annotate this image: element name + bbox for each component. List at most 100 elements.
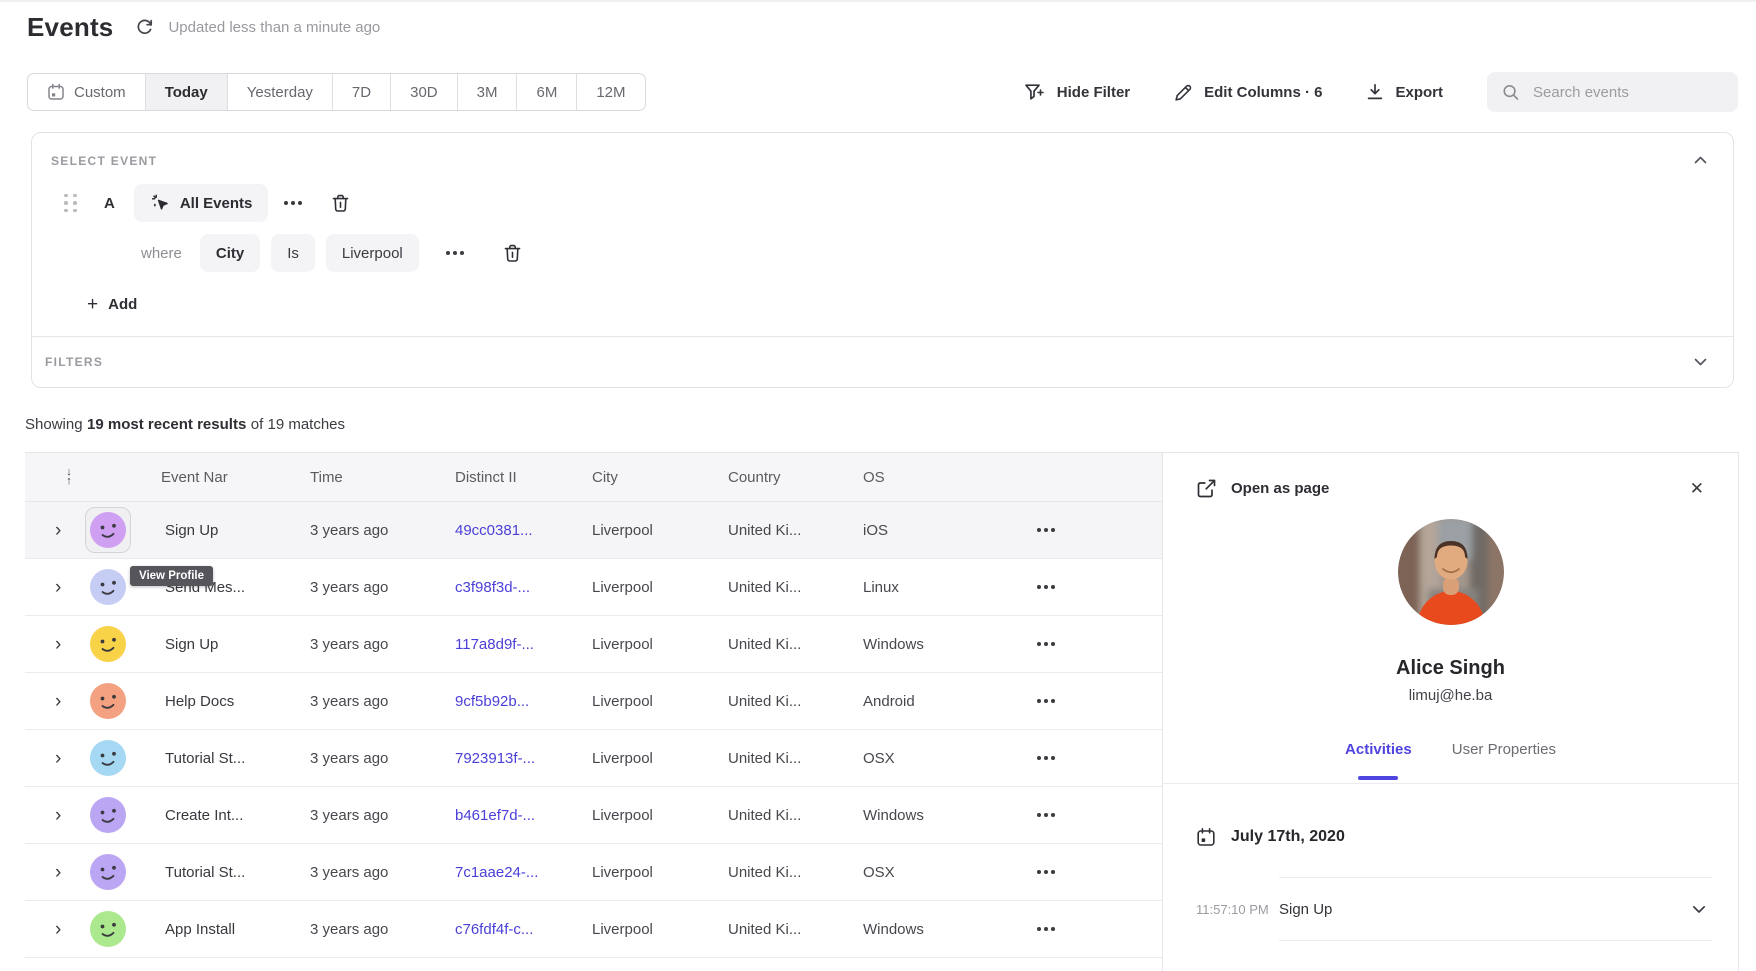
- cell-city: Liverpool: [592, 693, 728, 710]
- row-expand-chevron[interactable]: ›: [55, 521, 69, 540]
- column-header[interactable]: Country: [728, 469, 863, 486]
- user-avatar[interactable]: [90, 740, 126, 776]
- close-panel-button[interactable]: ✕: [1686, 475, 1708, 503]
- row-expand-chevron[interactable]: ›: [55, 863, 69, 882]
- date-range-yesterday[interactable]: Yesterday: [228, 74, 333, 110]
- event-selector-chip[interactable]: All Events: [134, 184, 269, 222]
- where-more-button[interactable]: [438, 238, 472, 268]
- top-hairline: [0, 0, 1756, 2]
- add-label: Add: [108, 296, 137, 313]
- cell-distinct-id-link[interactable]: 49cc0381...: [455, 522, 592, 539]
- page-title: Events: [27, 12, 113, 43]
- open-as-page-button[interactable]: Open as page: [1196, 478, 1329, 499]
- more-icon: [1044, 813, 1048, 817]
- refresh-button[interactable]: [135, 18, 154, 37]
- date-range-6m[interactable]: 6M: [517, 74, 577, 110]
- profile-panel: Open as page ✕: [1162, 452, 1739, 971]
- cell-distinct-id-link[interactable]: 7923913f-...: [455, 750, 592, 767]
- date-range-7d[interactable]: 7D: [333, 74, 391, 110]
- cell-distinct-id-link[interactable]: 7c1aae24-...: [455, 864, 592, 881]
- cell-city: Liverpool: [592, 522, 728, 539]
- user-avatar[interactable]: [90, 854, 126, 890]
- profile-photo: [1398, 519, 1504, 625]
- row-more-button[interactable]: [1030, 844, 1048, 900]
- column-header[interactable]: Event Nar: [161, 469, 310, 486]
- add-event-button[interactable]: + Add: [87, 295, 137, 314]
- column-header[interactable]: City: [592, 469, 728, 486]
- collapse-rows-icon[interactable]: ↓↑: [55, 468, 83, 486]
- row-expand-chevron[interactable]: ›: [55, 806, 69, 825]
- row-more-button[interactable]: [1030, 673, 1048, 729]
- cell-distinct-id-link[interactable]: 117a8d9f-...: [455, 636, 592, 653]
- cell-distinct-id-link[interactable]: c3f98f3d-...: [455, 579, 592, 596]
- user-avatar[interactable]: [90, 512, 126, 548]
- cell-time: 3 years ago: [310, 522, 455, 539]
- row-more-button[interactable]: [1030, 787, 1048, 843]
- date-range-today[interactable]: Today: [146, 74, 228, 110]
- row-expand-chevron[interactable]: ›: [55, 635, 69, 654]
- date-range-3m[interactable]: 3M: [458, 74, 518, 110]
- column-header[interactable]: Time: [310, 469, 455, 486]
- expand-filters-button[interactable]: [1689, 351, 1711, 373]
- more-icon: [1044, 699, 1048, 703]
- row-more-button[interactable]: [1030, 901, 1048, 957]
- date-range-30d[interactable]: 30D: [391, 74, 458, 110]
- event-more-button[interactable]: [276, 188, 310, 218]
- column-header[interactable]: Distinct II: [455, 469, 592, 486]
- row-expand-chevron[interactable]: ›: [55, 920, 69, 939]
- avatar-face-icon: [90, 854, 126, 890]
- cell-event-name: Sign Up: [161, 522, 310, 539]
- user-avatar[interactable]: [90, 569, 126, 605]
- cell-distinct-id-link[interactable]: c76fdf4f-c...: [455, 921, 592, 938]
- filter-value-chip[interactable]: Liverpool: [326, 234, 419, 272]
- row-more-button[interactable]: [1030, 730, 1048, 786]
- row-expand-chevron[interactable]: ›: [55, 578, 69, 597]
- cell-distinct-id-link[interactable]: 9cf5b92b...: [455, 693, 592, 710]
- user-avatar[interactable]: [90, 911, 126, 947]
- avatar-box: [85, 621, 131, 667]
- tab-activities[interactable]: Activities: [1345, 741, 1412, 772]
- table-row[interactable]: › App Install 3 years ago c76fdf4f-c... …: [25, 901, 1162, 958]
- row-expand-chevron[interactable]: ›: [55, 692, 69, 711]
- avatar-face-icon: [90, 569, 126, 605]
- chevron-up-icon: [1694, 156, 1707, 164]
- date-range-12m[interactable]: 12M: [577, 74, 644, 110]
- cell-country: United Ki...: [728, 921, 863, 938]
- filter-operator-chip[interactable]: Is: [271, 234, 315, 272]
- user-avatar[interactable]: [90, 626, 126, 662]
- collapse-section-button[interactable]: [1689, 149, 1711, 171]
- table-row[interactable]: › Create Int... 3 years ago b461ef7d-...…: [25, 787, 1162, 844]
- search-events-box[interactable]: [1487, 72, 1738, 112]
- event-delete-button[interactable]: [324, 188, 356, 218]
- tabs-divider: [1163, 783, 1738, 784]
- column-header[interactable]: OS: [863, 469, 1030, 486]
- edit-columns-button[interactable]: Edit Columns · 6: [1174, 83, 1322, 102]
- row-more-button[interactable]: [1030, 616, 1048, 672]
- profile-email: limuj@he.ba: [1163, 687, 1738, 704]
- cell-distinct-id-link[interactable]: b461ef7d-...: [455, 807, 592, 824]
- activity-event-row[interactable]: Sign Up: [1279, 877, 1712, 941]
- user-avatar[interactable]: [90, 683, 126, 719]
- export-button[interactable]: Export: [1366, 83, 1443, 101]
- trash-icon: [332, 194, 349, 213]
- avatar-box: [85, 564, 131, 610]
- date-range-custom[interactable]: Custom: [28, 74, 146, 110]
- row-more-button[interactable]: [1030, 502, 1048, 558]
- row-more-button[interactable]: [1030, 559, 1048, 615]
- filter-property-chip[interactable]: City: [200, 234, 260, 272]
- drag-handle-icon[interactable]: [64, 194, 77, 213]
- table-row[interactable]: › Sign Up 3 years ago 117a8d9f-... Liver…: [25, 616, 1162, 673]
- where-delete-button[interactable]: [497, 238, 529, 268]
- table-row[interactable]: › Sign Up 3 years ago 49cc0381... Liverp…: [25, 502, 1162, 559]
- user-avatar[interactable]: [90, 797, 126, 833]
- cell-city: Liverpool: [592, 864, 728, 881]
- hide-filter-button[interactable]: Hide Filter: [1024, 83, 1130, 102]
- table-row[interactable]: › Tutorial St... 3 years ago 7923913f-..…: [25, 730, 1162, 787]
- plus-icon: +: [87, 295, 98, 314]
- cell-event-name: Tutorial St...: [161, 864, 310, 881]
- table-row[interactable]: › Help Docs 3 years ago 9cf5b92b... Live…: [25, 673, 1162, 730]
- search-input[interactable]: [1533, 84, 1723, 101]
- row-expand-chevron[interactable]: ›: [55, 749, 69, 768]
- tab-user-properties[interactable]: User Properties: [1452, 741, 1556, 772]
- table-row[interactable]: › Tutorial St... 3 years ago 7c1aae24-..…: [25, 844, 1162, 901]
